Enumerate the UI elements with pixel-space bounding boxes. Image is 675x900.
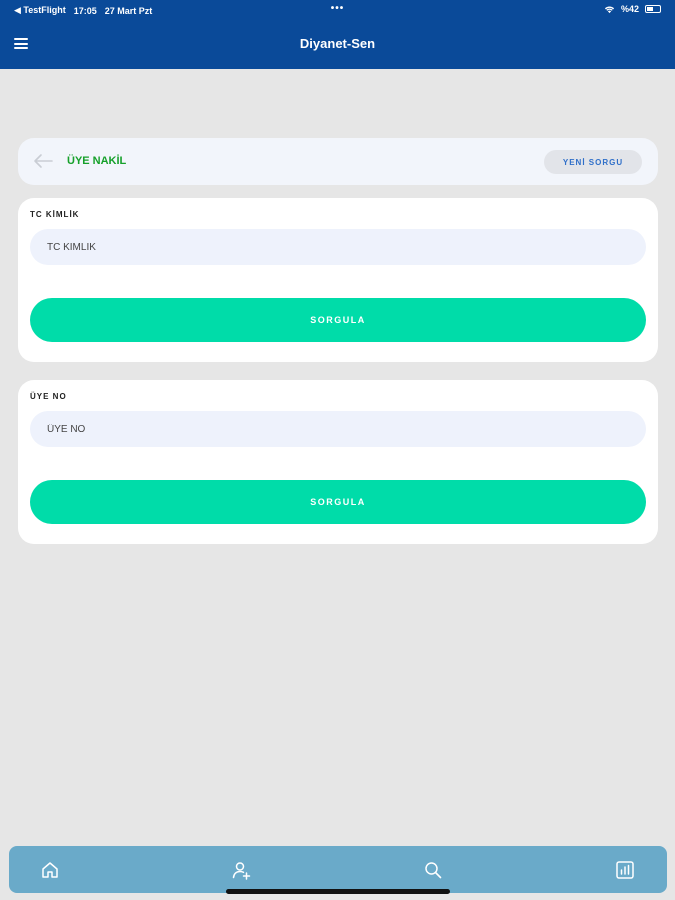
back-to-app-link[interactable]: ◀ TestFlight: [14, 5, 66, 16]
uye-no-label: ÜYE NO: [30, 392, 67, 401]
new-query-button[interactable]: YENİ SORGU: [544, 150, 642, 174]
wifi-icon: [604, 6, 615, 13]
multitask-dots[interactable]: •••: [331, 3, 345, 14]
tab-reports[interactable]: [614, 859, 636, 881]
home-icon: [42, 862, 58, 878]
arrow-left-icon: [34, 154, 53, 168]
back-button[interactable]: [32, 150, 54, 172]
tc-kimlik-query-button[interactable]: SORGULA: [30, 298, 646, 342]
tc-kimlik-card: TC KİMLİK SORGULA: [18, 198, 658, 362]
page-title: ÜYE NAKİL: [67, 155, 127, 167]
tc-kimlik-input[interactable]: [30, 229, 646, 265]
tab-member-transfer[interactable]: [230, 859, 252, 881]
bottom-tab-bar: [9, 846, 667, 893]
battery-percent: %42: [620, 4, 639, 14]
page-toolbar: ÜYE NAKİL YENİ SORGU: [18, 138, 658, 185]
tab-home[interactable]: [39, 859, 61, 881]
home-indicator[interactable]: [226, 889, 450, 894]
add-user-icon: [232, 862, 251, 880]
status-time: 17:05: [73, 5, 97, 16]
uye-no-card: ÜYE NO SORGULA: [18, 380, 658, 544]
uye-no-query-button[interactable]: SORGULA: [30, 480, 646, 524]
chart-icon: [616, 861, 634, 879]
status-date: 27 Mart Pzt: [104, 5, 153, 16]
status-right: %42: [604, 4, 661, 14]
search-icon: [425, 862, 442, 879]
battery-icon: [645, 5, 661, 13]
app-header: ◀ TestFlight 17:05 27 Mart Pzt ••• %42 D…: [0, 0, 675, 69]
tc-kimlik-label: TC KİMLİK: [30, 210, 80, 219]
status-bar: ◀ TestFlight 17:05 27 Mart Pzt ••• %42: [0, 0, 675, 20]
app-title: Diyanet-Sen: [299, 36, 376, 51]
uye-no-input[interactable]: [30, 411, 646, 447]
status-left: ◀ TestFlight 17:05 27 Mart Pzt: [14, 5, 152, 16]
tab-search[interactable]: [422, 859, 444, 881]
